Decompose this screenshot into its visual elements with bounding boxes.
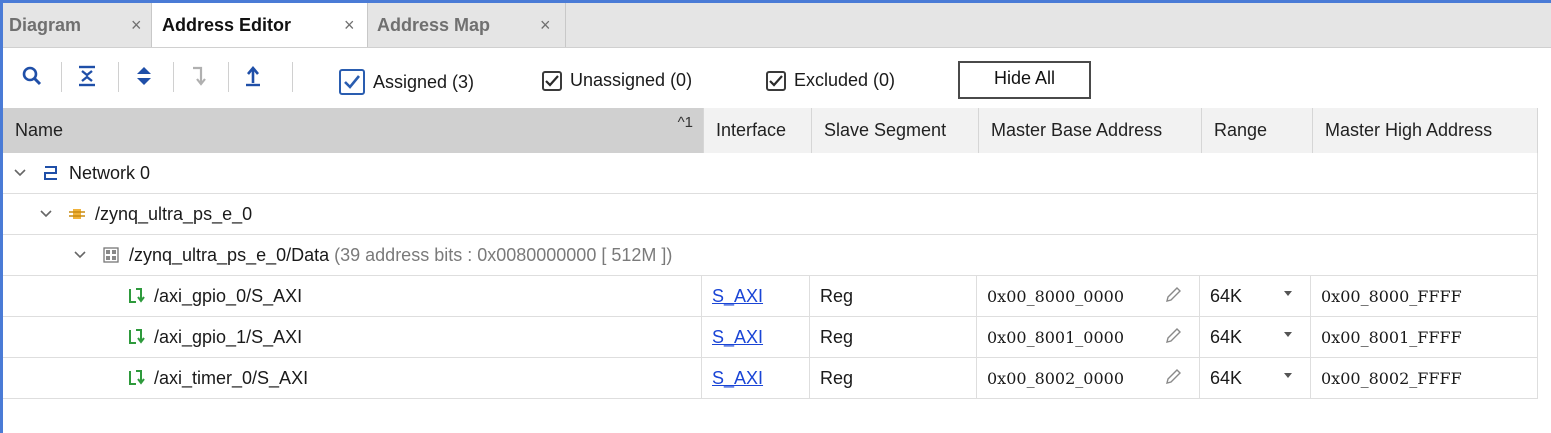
tab-bar: Diagram × Address Editor × Address Map × bbox=[3, 3, 1551, 48]
toolbar-separator bbox=[173, 62, 174, 92]
range-value: 64K bbox=[1210, 326, 1243, 347]
processor-icon bbox=[67, 205, 87, 223]
checkbox-label: Assigned (3) bbox=[373, 71, 475, 92]
tab-diagram[interactable]: Diagram × bbox=[3, 3, 152, 47]
chevron-down-icon[interactable] bbox=[13, 169, 27, 177]
toolbar-separator bbox=[61, 62, 62, 92]
column-header-range[interactable]: Range bbox=[1202, 108, 1313, 153]
table-row[interactable]: /axi_timer_0/S_AXI S_AXI Reg 0x00_8002_0… bbox=[3, 358, 1538, 399]
unassigned-filter-checkbox[interactable]: Unassigned (0) bbox=[542, 70, 692, 91]
address-space-icon bbox=[101, 246, 121, 264]
segment-icon bbox=[126, 328, 146, 346]
tree-row-address-space[interactable]: /zynq_ultra_ps_e_0/Data (39 address bits… bbox=[3, 235, 1538, 276]
column-header-master-base-address[interactable]: Master Base Address bbox=[979, 108, 1202, 153]
range-select[interactable]: 64K bbox=[1199, 317, 1310, 357]
slave-segment: Reg bbox=[820, 326, 854, 347]
close-icon[interactable]: × bbox=[344, 15, 355, 36]
range-value: 64K bbox=[1210, 367, 1243, 388]
checkbox-label: Unassigned (0) bbox=[570, 70, 693, 90]
network-icon bbox=[41, 164, 61, 182]
table-header: Name ^1 Interface Slave Segment Master B… bbox=[3, 108, 1538, 154]
column-header-slave-segment[interactable]: Slave Segment bbox=[812, 108, 979, 153]
auto-assign-icon[interactable] bbox=[185, 62, 213, 90]
move-up-icon[interactable] bbox=[239, 62, 267, 90]
tab-label: Address Editor bbox=[162, 14, 292, 35]
checkbox-label: Excluded (0) bbox=[794, 70, 896, 90]
toolbar-separator bbox=[292, 62, 293, 92]
pencil-icon[interactable] bbox=[1163, 326, 1183, 351]
chevron-down-icon[interactable] bbox=[73, 251, 87, 259]
master-base-address[interactable]: 0x00_8000_0000 bbox=[987, 287, 1124, 306]
chevron-down-icon[interactable] bbox=[1284, 332, 1292, 337]
pencil-icon[interactable] bbox=[1163, 367, 1183, 392]
checkbox-box[interactable] bbox=[766, 70, 786, 91]
column-header-name[interactable]: Name ^1 bbox=[3, 108, 704, 153]
interface-link[interactable]: S_AXI bbox=[712, 368, 763, 389]
toolbar-separator bbox=[118, 62, 119, 92]
tab-label: Address Map bbox=[377, 14, 491, 35]
range-value: 64K bbox=[1210, 285, 1243, 306]
tab-address-map[interactable]: Address Map × bbox=[368, 3, 566, 47]
table-row[interactable]: /axi_gpio_0/S_AXI S_AXI Reg 0x00_8000_00… bbox=[3, 276, 1538, 317]
tab-label: Diagram bbox=[9, 14, 82, 35]
tree-row-master[interactable]: /zynq_ultra_ps_e_0 bbox=[3, 194, 1538, 235]
master-label: /zynq_ultra_ps_e_0 bbox=[95, 203, 253, 224]
tab-address-editor[interactable]: Address Editor × bbox=[152, 3, 368, 47]
slave-segment: Reg bbox=[820, 285, 854, 306]
segment-icon bbox=[126, 369, 146, 387]
excluded-filter-checkbox[interactable]: Excluded (0) bbox=[766, 70, 895, 91]
close-icon[interactable]: × bbox=[131, 15, 142, 36]
segment-name: /axi_timer_0/S_AXI bbox=[154, 367, 309, 388]
address-space-label: /zynq_ultra_ps_e_0/Data bbox=[129, 244, 330, 265]
toolbar: Assigned (3) Unassigned (0) Excluded (0)… bbox=[3, 48, 1551, 106]
checkbox-box[interactable] bbox=[542, 70, 562, 91]
interface-link[interactable]: S_AXI bbox=[712, 327, 763, 348]
slave-segment: Reg bbox=[820, 367, 854, 388]
master-base-address[interactable]: 0x00_8001_0000 bbox=[987, 328, 1124, 347]
pencil-icon[interactable] bbox=[1163, 285, 1183, 310]
master-high-address: 0x00_8002_FFFF bbox=[1321, 368, 1462, 388]
chevron-down-icon[interactable] bbox=[1284, 291, 1292, 296]
address-space-detail: (39 address bits : 0x0080000000 [ 512M ]… bbox=[334, 244, 673, 265]
search-icon[interactable] bbox=[18, 62, 46, 90]
master-high-address: 0x00_8001_FFFF bbox=[1321, 327, 1462, 347]
tree-row-network[interactable]: Network 0 bbox=[3, 153, 1538, 194]
close-icon[interactable]: × bbox=[540, 15, 551, 36]
sort-indicator: ^1 bbox=[677, 114, 693, 131]
interface-link[interactable]: S_AXI bbox=[712, 286, 763, 307]
expand-all-icon[interactable] bbox=[130, 62, 158, 90]
collapse-all-icon[interactable] bbox=[73, 62, 101, 90]
toolbar-separator bbox=[228, 62, 229, 92]
segment-name: /axi_gpio_1/S_AXI bbox=[154, 326, 303, 347]
master-base-address[interactable]: 0x00_8002_0000 bbox=[987, 369, 1124, 388]
column-header-interface[interactable]: Interface bbox=[704, 108, 812, 153]
segment-name: /axi_gpio_0/S_AXI bbox=[154, 285, 303, 306]
hide-all-button[interactable]: Hide All bbox=[958, 61, 1091, 99]
assigned-filter-checkbox[interactable]: Assigned (3) bbox=[339, 69, 474, 95]
column-header-master-high-address[interactable]: Master High Address bbox=[1313, 108, 1538, 153]
segment-icon bbox=[126, 287, 146, 305]
table-row[interactable]: /axi_gpio_1/S_AXI S_AXI Reg 0x00_8001_00… bbox=[3, 317, 1538, 358]
chevron-down-icon[interactable] bbox=[1284, 373, 1292, 378]
chevron-down-icon[interactable] bbox=[39, 210, 53, 218]
range-select[interactable]: 64K bbox=[1199, 358, 1310, 398]
range-select[interactable]: 64K bbox=[1199, 276, 1310, 316]
network-label: Network 0 bbox=[69, 162, 151, 183]
master-high-address: 0x00_8000_FFFF bbox=[1321, 286, 1462, 306]
checkbox-box[interactable] bbox=[339, 69, 365, 95]
